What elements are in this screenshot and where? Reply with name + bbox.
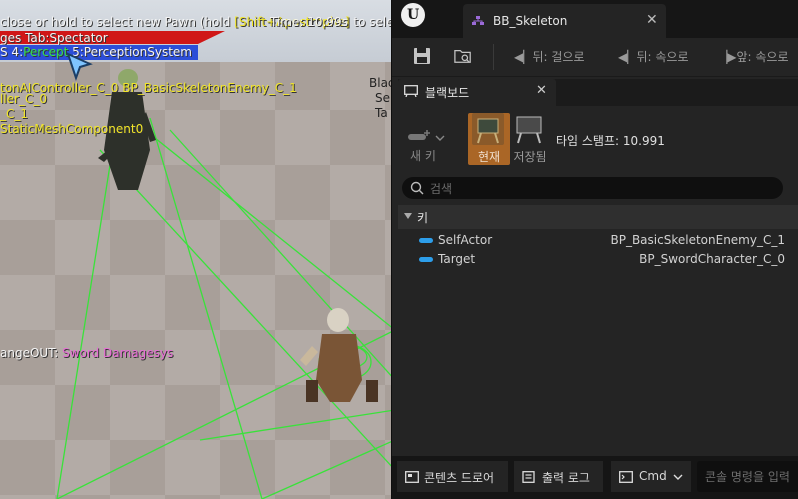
saved-blackboard-thumbnail-icon — [516, 116, 542, 144]
behavior-tree-icon — [472, 16, 484, 25]
new-key-label: 새 키 — [410, 149, 436, 163]
debug-blue-bar-label: S 4:Percept 5:PerceptionSystem — [0, 45, 192, 59]
new-key-icon — [408, 130, 445, 141]
output-log-label: 출력 로그 — [542, 471, 590, 485]
debug-time: Time: 10.99s — [270, 15, 348, 29]
saved-snapshot-button[interactable]: 저장됨 — [509, 113, 551, 165]
tab-bb-skeleton[interactable]: BB_Skeleton ✕ — [463, 4, 666, 38]
debug-line-4: StaticMeshComponent0 — [0, 122, 144, 136]
forward-arrow-icon: ▕▶ — [718, 50, 737, 64]
cmd-label: Cmd — [639, 469, 667, 483]
object-key-type-icon — [419, 238, 433, 243]
save-icon[interactable] — [413, 47, 431, 65]
scene-drawing — [56, 69, 394, 499]
content-drawer-icon — [405, 471, 419, 483]
editor-statusbar: 콘텐츠 드로어 출력 로그 Cmd — [392, 456, 798, 499]
debug-right-line-2: Se — [375, 91, 390, 105]
debug-line-3: _C_1 — [0, 107, 29, 121]
blackboard-tab-close-icon[interactable]: ✕ — [536, 83, 547, 98]
browse-icon[interactable] — [454, 47, 472, 65]
editor-toolbar: ◀▏뒤: 걸으로 ◀▏뒤: 속으로 ▕▶앞: 속으로 — [392, 38, 798, 77]
console-command-box[interactable] — [697, 461, 798, 492]
saved-label: 저장됨 — [513, 150, 547, 164]
console-icon — [619, 471, 633, 483]
chevron-down-icon — [673, 474, 683, 480]
output-log-icon — [522, 471, 535, 483]
current-label: 현재 — [477, 150, 501, 164]
keys-category-header[interactable]: 키 — [398, 205, 798, 229]
blackboard-body: 새 키 현재 저장됨 타임 스탬프: 10.991 검색 키 SelfActor… — [398, 106, 798, 454]
timestamp-label: 타임 스탬프: 10.991 — [556, 134, 665, 148]
debug-right-line-3: Ta — [375, 106, 388, 120]
content-drawer-button[interactable]: 콘텐츠 드로어 — [397, 461, 508, 492]
chevron-down-icon — [404, 213, 412, 219]
toolbar-separator — [493, 44, 494, 70]
key-row-selfactor[interactable]: SelfActor BP_BasicSkeletonEnemy_C_1 — [398, 232, 798, 252]
bt-editor-window: U BB_Skeleton ✕ ◀▏뒤: 걸으로 ◀▏뒤: 속으로 ▕▶앞: 속… — [391, 0, 798, 499]
debug-red-bar-label: ges Tab:Spectator — [0, 31, 108, 45]
search-icon — [410, 181, 424, 195]
tab-title: BB_Skeleton — [493, 14, 568, 28]
object-key-type-icon — [419, 257, 433, 262]
tab-blackboard[interactable]: 블랙보드 ✕ — [398, 79, 556, 106]
key-value: BP_SwordCharacter_C_0 — [639, 252, 785, 266]
current-snapshot-button[interactable]: 현재 — [468, 113, 510, 165]
mouse-cursor-icon — [66, 52, 93, 82]
back-into-arrow-icon: ◀▏ — [618, 50, 637, 64]
console-command-input[interactable] — [703, 467, 798, 487]
blackboard-panel: 블랙보드 ✕ 새 키 현재 저장됨 타임 스탬프: 10.991 검색 키 Se… — [398, 79, 798, 454]
key-value: BP_BasicSkeletonEnemy_C_1 — [610, 233, 785, 247]
debug-line-2: ller_C_0 — [0, 92, 47, 106]
key-name: SelfActor — [438, 233, 493, 247]
tab-close-icon[interactable]: ✕ — [646, 12, 658, 28]
forward-into-button[interactable]: ▕▶앞: 속으로 — [718, 48, 789, 65]
back-into-button[interactable]: ◀▏뒤: 속으로 — [618, 48, 689, 65]
search-input[interactable] — [428, 179, 772, 198]
output-log-button[interactable]: 출력 로그 — [514, 461, 603, 492]
key-name: Target — [438, 252, 476, 266]
back-button[interactable]: ◀▏뒤: 걸으로 — [514, 48, 585, 65]
content-drawer-label: 콘텐츠 드로어 — [424, 471, 495, 485]
current-blackboard-thumbnail-icon — [472, 113, 504, 145]
keys-header-label: 키 — [417, 211, 429, 225]
new-key-button[interactable]: 새 키 — [408, 124, 454, 164]
key-search-box[interactable] — [402, 177, 783, 199]
editor-titlebar: U BB_Skeleton ✕ — [392, 0, 798, 38]
blackboard-tab-title: 블랙보드 — [425, 86, 470, 100]
blackboard-icon — [404, 85, 418, 97]
unreal-logo-icon[interactable]: U — [401, 3, 425, 27]
back-arrow-icon: ◀▏ — [514, 50, 533, 64]
key-row-target[interactable]: Target BP_SwordCharacter_C_0 — [398, 251, 798, 271]
cmd-dropdown[interactable]: Cmd — [611, 461, 691, 492]
game-viewport[interactable]: close or hold to select new Pawn (hold [… — [0, 0, 394, 499]
debug-range-out: angeOUT: Sword Damagesys — [0, 346, 174, 360]
